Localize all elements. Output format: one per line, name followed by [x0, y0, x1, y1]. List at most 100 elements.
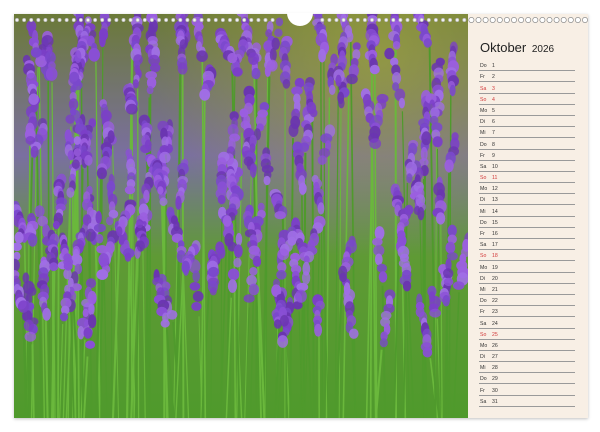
lavender-bud [429, 308, 442, 318]
lavender-bud [227, 52, 238, 64]
binding-ring [503, 17, 510, 23]
lavender-bud [28, 93, 39, 105]
lavender-bud [189, 282, 201, 291]
lavender-bud [160, 319, 170, 328]
binding-ring [525, 17, 532, 23]
lavender-bud [233, 257, 242, 268]
day-number: 15 [492, 219, 498, 226]
day-number: 12 [492, 186, 498, 193]
binding-ring [433, 18, 438, 22]
lavender-bud [372, 237, 383, 246]
binding-ring [192, 18, 197, 22]
binding-ring [114, 18, 119, 22]
lavender-bud [207, 266, 220, 278]
day-row: Mo 26 [479, 340, 575, 351]
month-name: Oktober [480, 40, 527, 55]
lavender-bud [179, 39, 188, 50]
binding-ring [15, 18, 19, 22]
day-number: 11 [492, 175, 498, 182]
weekday-label: Fr [480, 74, 485, 81]
lavender-bud [379, 338, 388, 348]
lavender-bud [227, 268, 240, 281]
day-number: 27 [492, 354, 498, 361]
binding-ring [256, 18, 261, 22]
day-row: So 11 [479, 172, 575, 184]
binding-ring [384, 18, 389, 22]
binding-ring [149, 18, 154, 22]
binding-ring [320, 18, 325, 22]
day-row: Fr 2 [479, 71, 575, 83]
day-row: Fr 30 [479, 384, 575, 396]
lavender-bud [98, 253, 109, 267]
lavender-bud [85, 228, 96, 242]
lavender-bud [378, 271, 388, 283]
lavender-bud [422, 347, 433, 358]
lavender-bud [52, 220, 60, 230]
lavender-bud [295, 289, 307, 303]
day-row: So 4 [479, 94, 575, 105]
lavender-bud [84, 154, 93, 166]
weekday-label: Mi [480, 286, 486, 293]
lavender-bud [277, 335, 289, 348]
day-number: 21 [492, 286, 498, 293]
lavender-bud [34, 205, 45, 218]
lavender-bud [149, 63, 161, 73]
lavender-bud [248, 283, 260, 296]
day-number: 9 [492, 152, 495, 159]
day-row: So 25 [479, 329, 575, 340]
lavender-bud [444, 159, 454, 173]
lavender-bud [252, 255, 262, 267]
lavender-bud [71, 159, 80, 169]
binding-ring [164, 18, 169, 22]
lavender-bud [77, 317, 89, 328]
lavender-bud [45, 67, 58, 81]
lavender-bud [25, 136, 36, 145]
weekday-label: Di [480, 119, 485, 126]
lavender-bud [177, 62, 188, 75]
binding-ring [334, 18, 339, 22]
binding-ring [157, 18, 161, 22]
day-number: 30 [492, 387, 498, 394]
lavender-bud [14, 231, 24, 244]
lavender-bud [126, 103, 138, 115]
binding-ring [574, 17, 581, 23]
day-row: Do 15 [479, 217, 575, 228]
day-row: So 18 [479, 250, 575, 262]
lavender-bud [232, 67, 243, 77]
binding-ring [462, 18, 467, 22]
binding-ring [391, 18, 396, 22]
lavender-bud [85, 278, 97, 289]
day-number: 1 [492, 63, 495, 70]
binding-ring [355, 18, 360, 22]
lavender-bud [276, 270, 287, 280]
lavender-bud [421, 131, 432, 146]
lavender-bud [95, 233, 104, 244]
binding-ring [327, 18, 332, 22]
lavender-bud [335, 74, 342, 87]
weekday-label: Sa [480, 398, 487, 405]
weekday-label: Do [480, 63, 487, 70]
lavender-bud [445, 241, 456, 254]
binding-ring [482, 17, 489, 23]
lavender-bud [132, 79, 139, 89]
binding-ring [377, 18, 382, 22]
lavender-bud [88, 47, 100, 62]
lavender-bud [249, 267, 258, 276]
lavender-bud [191, 301, 202, 311]
lavender-bud [199, 88, 211, 101]
lavender-bud [249, 143, 256, 153]
weekday-label: Do [480, 376, 487, 383]
day-number: 18 [492, 253, 498, 260]
binding-ring [107, 18, 112, 22]
day-number: 3 [492, 85, 495, 92]
lavender-bud [392, 41, 401, 50]
binding-ring [220, 18, 225, 22]
lavender-bud [299, 142, 310, 152]
binding-ring [235, 18, 240, 22]
binding-ring [341, 18, 346, 22]
weekday-label: Fr [480, 152, 485, 159]
lavender-bud [59, 312, 69, 322]
lavender-bud [301, 271, 311, 285]
day-number: 7 [492, 130, 495, 137]
binding-ring [448, 18, 453, 22]
